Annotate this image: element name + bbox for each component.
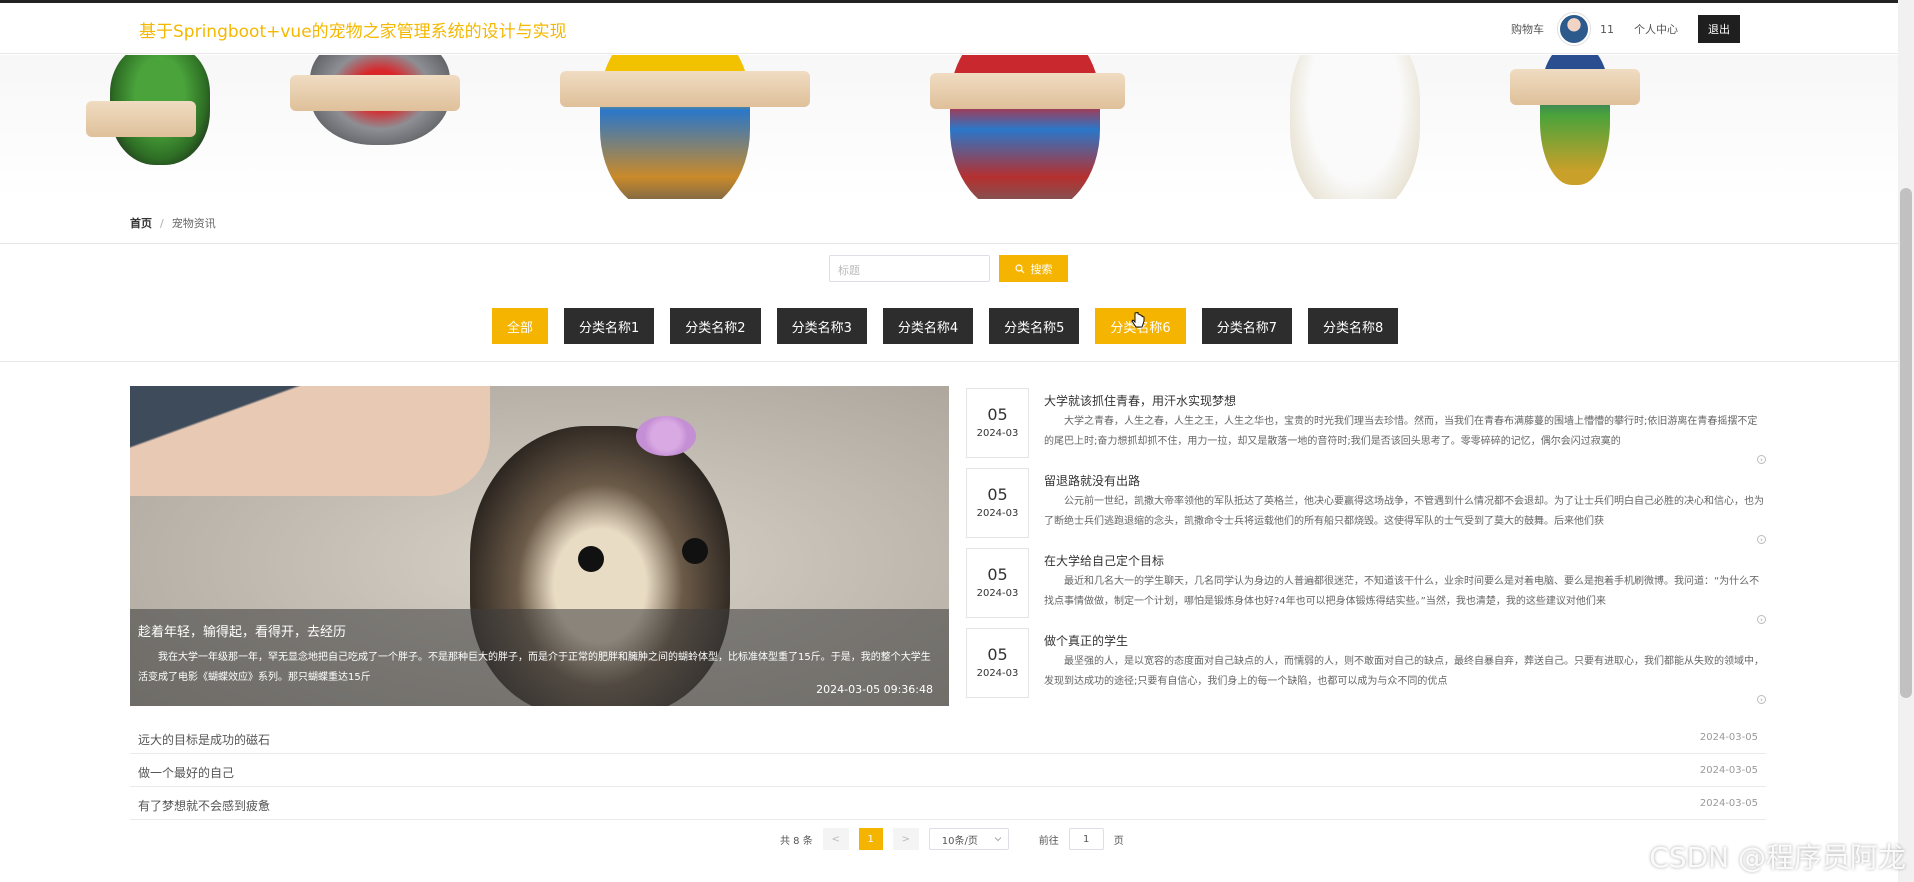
news-day: 05 <box>987 485 1008 504</box>
list-item-title[interactable]: 做一个最好的自己 <box>138 764 234 781</box>
featured-article[interactable]: 趁着年轻，输得起，看得开，去经历 我在大学一年级那一年，罕无显念地把自己吃成了一… <box>130 386 949 706</box>
search-button-label: 搜索 <box>1030 262 1053 276</box>
page-number-current[interactable]: 1 <box>858 828 883 850</box>
hand-cursor-icon <box>1131 312 1145 328</box>
list-item-title[interactable]: 有了梦想就不会感到疲惫 <box>138 797 270 814</box>
news-year-month: 2024-03 <box>976 508 1019 519</box>
tab-category-4[interactable]: 分类名称4 <box>882 308 974 344</box>
news-year-month: 2024-03 <box>976 428 1019 439</box>
logout-button[interactable]: 退出 <box>1698 15 1740 43</box>
arrow-right-icon[interactable]: › <box>1757 695 1766 704</box>
breadcrumb-current: 宠物资讯 <box>171 217 216 230</box>
news-year-month: 2024-03 <box>976 588 1019 599</box>
news-item[interactable]: 05 2024-03 留退路就没有出路 公元前一世纪，凯撒大帝率领他的军队抵达了… <box>966 466 1766 544</box>
tab-category-2[interactable]: 分类名称2 <box>670 308 761 344</box>
date-box: 05 2024-03 <box>966 388 1029 458</box>
date-box: 05 2024-03 <box>966 628 1029 698</box>
news-desc: 公元前一世纪，凯撒大帝率领他的军队抵达了英格兰，他决心要赢得这场战争，不管遇到什… <box>1044 496 1764 527</box>
news-day: 05 <box>987 405 1008 424</box>
user-id: 11 <box>1600 22 1614 36</box>
news-item[interactable]: 05 2024-03 做个真正的学生 最坚强的人，是以宽容的态度面对自己缺点的人… <box>966 626 1766 704</box>
list-item[interactable]: 远大的目标是成功的磁石 2024-03-05 <box>130 721 1766 754</box>
cart-link[interactable]: 购物车 <box>1511 21 1544 37</box>
dog-eye <box>578 546 604 572</box>
news-item[interactable]: 05 2024-03 在大学给自己定个目标 最近和几名大一的学生聊天，几名同学认… <box>966 546 1766 624</box>
perch <box>930 73 1125 109</box>
news-desc: 大学之青春，人生之春，人生之王，人生之华也，宝贵的时光我们理当去珍惜。然而，当我… <box>1044 416 1758 447</box>
list-item-date: 2024-03-05 <box>1699 732 1758 743</box>
pagination-total: 共 8 条 <box>780 835 813 847</box>
featured-caption: 趁着年轻，输得起，看得开，去经历 我在大学一年级那一年，罕无显念地把自己吃成了一… <box>130 609 949 706</box>
site-title[interactable]: 基于Springboot+vue的宠物之家管理系统的设计与实现 <box>139 17 567 42</box>
tab-category-7[interactable]: 分类名称7 <box>1201 308 1292 344</box>
news-item[interactable]: 05 2024-03 大学就该抓住青春，用汗水实现梦想 大学之青春，人生之春，人… <box>966 386 1766 464</box>
news-day: 05 <box>987 645 1008 664</box>
list-item-date: 2024-03-05 <box>1699 765 1758 776</box>
arrow-right-icon[interactable]: › <box>1757 455 1766 464</box>
news-title[interactable]: 做个真正的学生 <box>1044 632 1128 649</box>
tab-category-5[interactable]: 分类名称5 <box>989 308 1080 344</box>
header-nav: 购物车 11 个人中心 退出 <box>1511 13 1740 45</box>
search-input[interactable]: 标题 <box>829 255 990 282</box>
list-item-date: 2024-03-05 <box>1699 798 1758 809</box>
scrollbar-thumb[interactable] <box>1900 188 1912 698</box>
news-day: 05 <box>987 565 1008 584</box>
page-size-select[interactable]: 10条/页 <box>928 828 1009 850</box>
tab-all[interactable]: 全部 <box>492 308 549 344</box>
featured-title[interactable]: 趁着年轻，输得起，看得开，去经历 <box>138 621 941 640</box>
perch <box>86 101 196 137</box>
featured-image-bow <box>636 416 696 456</box>
news-year-month: 2024-03 <box>976 668 1019 679</box>
list-item-title[interactable]: 远大的目标是成功的磁石 <box>138 731 270 748</box>
news-title[interactable]: 在大学给自己定个目标 <box>1044 552 1164 569</box>
prev-page-button[interactable]: < <box>822 828 849 850</box>
goto-prefix: 前往 <box>1038 835 1059 847</box>
date-box: 05 2024-03 <box>966 468 1029 538</box>
perch <box>1510 69 1640 105</box>
arrow-right-icon[interactable]: › <box>1757 535 1766 544</box>
user-avatar[interactable] <box>1558 13 1590 45</box>
news-title[interactable]: 大学就该抓住青春，用汗水实现梦想 <box>1044 392 1236 409</box>
search-icon <box>1014 263 1024 273</box>
breadcrumb-separator: / <box>160 217 164 230</box>
search-button[interactable]: 搜索 <box>999 255 1068 282</box>
breadcrumb-home[interactable]: 首页 <box>130 217 152 230</box>
featured-time: 2024-03-05 09:36:48 <box>816 683 933 696</box>
perch <box>560 71 810 107</box>
divider <box>0 361 1898 362</box>
featured-desc: 我在大学一年级那一年，罕无显念地把自己吃成了一个胖子。不是那种巨大的胖子，而是介… <box>138 652 931 683</box>
goto-page-input[interactable]: 1 <box>1068 828 1104 850</box>
divider <box>0 243 1898 244</box>
news-title[interactable]: 留退路就没有出路 <box>1044 472 1140 489</box>
tab-category-1[interactable]: 分类名称1 <box>564 308 655 344</box>
scrollbar[interactable] <box>1898 0 1914 882</box>
perch <box>290 75 460 111</box>
pagination: 共 8 条 < 1 > 10条/页 前往 1 页 <box>780 828 1124 850</box>
page-size-value: 10条/页 <box>941 835 978 847</box>
chevron-down-icon <box>994 837 1002 842</box>
breadcrumb: 首页 / 宠物资讯 <box>130 215 216 231</box>
next-page-button[interactable]: > <box>892 828 919 850</box>
parrot-cockatoo <box>1290 55 1420 199</box>
header: 基于Springboot+vue的宠物之家管理系统的设计与实现 购物车 11 个… <box>0 3 1898 54</box>
user-center-link[interactable]: 个人中心 <box>1634 21 1678 37</box>
list-item[interactable]: 做一个最好的自己 2024-03-05 <box>130 754 1766 787</box>
category-tabs: 全部 分类名称1 分类名称2 分类名称3 分类名称4 分类名称5 分类名称6 分… <box>492 308 1399 344</box>
arrow-right-icon[interactable]: › <box>1757 615 1766 624</box>
featured-image-arm <box>130 386 490 496</box>
tab-category-3[interactable]: 分类名称3 <box>776 308 867 344</box>
date-box: 05 2024-03 <box>966 548 1029 618</box>
tab-category-8[interactable]: 分类名称8 <box>1307 308 1399 344</box>
goto-suffix: 页 <box>1113 835 1124 847</box>
news-desc: 最坚强的人，是以宽容的态度面对自己缺点的人，而懦弱的人，则不敢面对自己的缺点，最… <box>1044 656 1764 687</box>
watermark: CSDN @程序员阿龙 <box>1649 841 1906 874</box>
list-item[interactable]: 有了梦想就不会感到疲惫 2024-03-05 <box>130 787 1766 820</box>
banner-carousel[interactable] <box>0 55 1898 199</box>
news-desc: 最近和几名大一的学生聊天，几名同学认为身边的人普遍都很迷茫，不知道该干什么，业余… <box>1044 576 1760 607</box>
dog-eye <box>682 538 708 564</box>
